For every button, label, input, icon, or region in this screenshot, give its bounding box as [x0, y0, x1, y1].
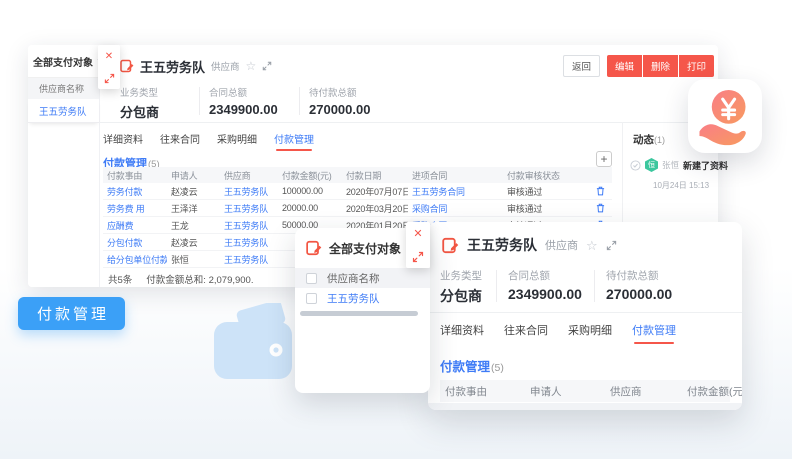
supplier-list-item[interactable]: 王五劳务队: [28, 99, 99, 123]
supplier-name-column-header: 供应商名称: [28, 78, 99, 99]
edit-button[interactable]: 编辑: [607, 55, 642, 77]
activity-action: 新建了资料: [683, 159, 728, 172]
supplier-link[interactable]: 王五劳务队: [220, 253, 278, 266]
panel-window-controls: ✕: [98, 45, 120, 89]
favorite-star-icon[interactable]: ☆: [586, 239, 598, 252]
payment-reason-link[interactable]: 应酬费: [103, 219, 167, 232]
record-doc-icon: [120, 59, 134, 73]
tab-detail-info[interactable]: 详细资料: [103, 131, 143, 146]
payment-reason-link[interactable]: 分包付款: [103, 236, 167, 249]
info-business-type: 业务类型 分包商: [440, 268, 482, 306]
info-pending-total: 待付款总额 270000.00: [309, 85, 370, 117]
record-title: 王五劳务队: [467, 235, 537, 255]
table-header: 付款事由 申请人 供应商 付款金额(元) 付款日期 进项合同 付款审核状态: [103, 167, 612, 183]
detail-tabs: 详细资料 往来合同 采购明细 付款管理: [103, 131, 314, 146]
record-type-tag: 供应商: [211, 59, 240, 73]
table-row: 劳务付款 赵凌云 王五劳务队 100000.00 2020年07月07日 王五劳…: [103, 183, 612, 200]
supplier-link[interactable]: 王五劳务队: [220, 236, 278, 249]
panel-title-row[interactable]: 全部支付对象: [28, 45, 99, 78]
tab-purchase-detail[interactable]: 采购明细: [217, 131, 257, 146]
tab-contracts[interactable]: 往来合同: [504, 322, 548, 338]
activity-item: 恒 张恒 新建了资料: [630, 158, 728, 172]
record-actions: 返回 编辑 删除 打印: [563, 55, 714, 77]
info-business-type: 业务类型 分包商: [120, 85, 159, 121]
maximize-icon[interactable]: [606, 240, 617, 251]
tab-contracts[interactable]: 往来合同: [160, 131, 200, 146]
expand-icon[interactable]: [406, 245, 430, 268]
overlay-column-header-row: 供应商名称: [295, 268, 430, 288]
status-badge: 审核通过: [503, 185, 588, 198]
payment-feature-icon: [688, 79, 762, 153]
info-contract-total: 合同总额 2349900.00: [508, 268, 582, 302]
supplier-link[interactable]: 王五劳务队: [220, 219, 278, 232]
favorite-star-icon[interactable]: ☆: [246, 60, 257, 72]
close-icon[interactable]: ✕: [406, 222, 430, 245]
contract-link[interactable]: 采购合同: [408, 202, 503, 215]
info-contract-total: 合同总额 2349900.00: [209, 85, 278, 117]
table-row: 劳务费 用 王泽洋 王五劳务队 20000.00 2020年03月20日 采购合…: [103, 200, 612, 217]
scroll-track[interactable]: [428, 403, 742, 410]
record-header: 王五劳务队 供应商 ☆: [120, 53, 272, 79]
close-icon[interactable]: ✕: [98, 45, 120, 67]
print-button[interactable]: 打印: [679, 55, 714, 77]
info-pending-total: 待付款总额 270000.00: [606, 268, 672, 302]
add-payment-button[interactable]: +: [596, 151, 612, 167]
payment-section-title: 付款管理 (5): [440, 356, 504, 375]
horizontal-scrollbar[interactable]: [300, 311, 418, 316]
status-badge: 审核通过: [503, 202, 588, 215]
activity-time: 10月24日 15:13: [653, 180, 709, 191]
record-doc-icon: [442, 237, 459, 254]
trash-icon[interactable]: [588, 203, 612, 213]
record-doc-icon: [306, 240, 322, 256]
payment-reason-link[interactable]: 给分包单位付款: [103, 253, 167, 266]
wallet-icon: [212, 303, 297, 381]
row-checkbox[interactable]: [306, 293, 317, 304]
contract-link[interactable]: 王五劳务合同: [408, 185, 503, 198]
row-count: 共5条: [108, 272, 132, 286]
back-button[interactable]: 返回: [563, 55, 600, 77]
tab-purchase-detail[interactable]: 采购明细: [568, 322, 612, 338]
check-circle-icon: [630, 160, 641, 171]
tab-payment-management[interactable]: 付款管理: [632, 322, 676, 338]
overlay-window-controls: ✕: [406, 222, 430, 268]
payment-reason-link[interactable]: 劳务付款: [103, 185, 167, 198]
overlay-record-header: 王五劳务队 供应商 ☆: [442, 234, 617, 256]
hand-shape: [699, 124, 745, 145]
record-type-tag: 供应商: [545, 237, 578, 253]
trash-icon[interactable]: [588, 186, 612, 196]
delete-button[interactable]: 删除: [643, 55, 678, 77]
select-all-checkbox[interactable]: [306, 273, 317, 284]
supplier-link[interactable]: 王五劳务队: [220, 202, 278, 215]
record-title: 王五劳务队: [140, 57, 205, 76]
expand-icon[interactable]: [98, 67, 120, 89]
feature-badge: 付款管理: [18, 297, 125, 330]
tab-detail-info[interactable]: 详细资料: [440, 322, 484, 338]
overlay-record-card: 王五劳务队 供应商 ☆ 业务类型 分包商 合同总额 2349900.00 待付款…: [428, 222, 742, 410]
overlay-supplier-row[interactable]: 王五劳务队: [295, 288, 430, 309]
activity-user: 张恒: [662, 159, 679, 171]
overlay-table-header: 付款事由 申请人 供应商 付款金额(元): [440, 380, 730, 402]
tab-payment-management[interactable]: 付款管理: [274, 131, 314, 146]
panel-title: 全部支付对象: [33, 54, 93, 69]
payment-reason-link[interactable]: 劳务费 用: [103, 202, 167, 215]
payment-targets-panel: 全部支付对象 供应商名称 王五劳务队: [28, 45, 100, 287]
table-footer: 共5条 付款金额总和: 2,079,900.: [108, 272, 253, 286]
detail-tabs: 详细资料 往来合同 采购明细 付款管理: [440, 322, 676, 338]
avatar: 恒: [645, 158, 658, 172]
maximize-icon[interactable]: [262, 61, 272, 71]
supplier-link[interactable]: 王五劳务队: [220, 185, 278, 198]
sum-total: 付款金额总和: 2,079,900.: [146, 272, 253, 286]
overlay-panel-title: 全部支付对象: [329, 240, 401, 257]
